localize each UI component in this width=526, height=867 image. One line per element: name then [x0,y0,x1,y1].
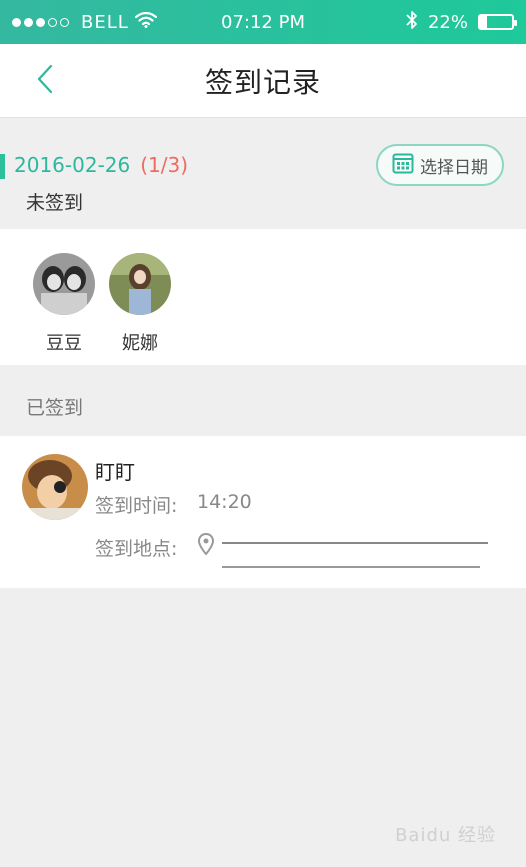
status-right: 22% [406,10,517,35]
avatar [109,253,171,315]
signal-strength [12,17,69,27]
location-redacted-line [222,566,480,568]
signal-dot [12,17,21,27]
pick-date-button[interactable]: 选择日期 [376,144,504,186]
battery-percent: 22% [427,11,468,33]
location-redacted-line [222,542,488,544]
date-accent-bar [0,154,5,179]
date-row: 2016-02-26 (1/3) 选择日期 [0,118,526,212]
avatar [33,253,95,315]
sign-time-value: 14:20 [197,491,252,513]
sign-location-label: 签到地点: [95,538,178,560]
signed-record[interactable]: 盯盯 签到时间: 14:20 签到地点: [0,436,526,588]
current-date: 2016-02-26 [14,153,131,177]
battery-fill [480,16,488,28]
status-bar: BELL 07:12 PM 22% [0,0,526,44]
signal-dot [48,17,57,27]
unsigned-list: 豆豆 妮娜 [0,229,526,365]
unsigned-person[interactable]: 豆豆 [32,253,96,365]
wifi-icon [134,11,157,33]
signal-dot [24,17,33,27]
watermark: Baidu 经验 [395,825,496,846]
avatar [22,454,88,520]
nav-bar: 签到记录 [0,44,526,118]
person-name: 盯盯 [95,460,135,484]
calendar-icon [392,152,414,179]
status-left: BELL [12,11,157,33]
carrier-name: BELL [81,11,129,33]
signal-dot [60,17,69,27]
unsigned-person[interactable]: 妮娜 [108,253,172,365]
signal-dot [36,17,45,27]
location-pin-icon [197,532,215,559]
back-button[interactable] [28,64,62,98]
pick-date-label: 选择日期 [420,157,488,178]
person-name: 妮娜 [122,333,158,354]
bluetooth-icon [406,10,418,35]
page-title: 签到记录 [204,65,321,99]
sign-time-label: 签到时间: [95,495,178,517]
signed-label: 已签到 [26,397,84,419]
sign-in-count: (1/3) [140,153,189,177]
person-name: 豆豆 [46,333,82,354]
chevron-left-icon [36,64,54,98]
battery-icon [478,14,517,30]
